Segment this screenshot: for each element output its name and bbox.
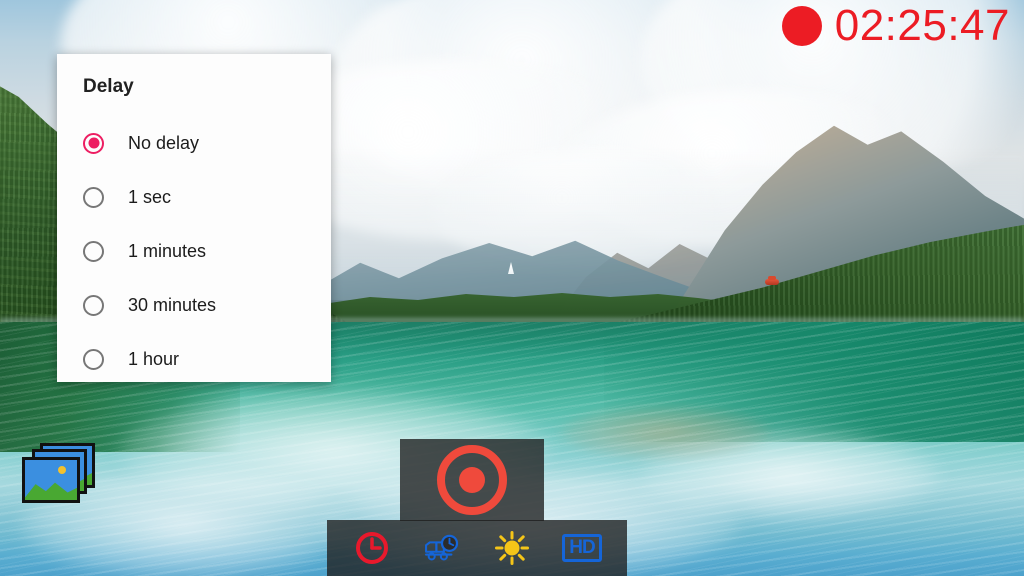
elapsed-time-label: 02:25:47: [834, 1, 1010, 50]
delay-option-label: No delay: [128, 132, 200, 153]
delay-option-label: 1 minutes: [128, 240, 207, 261]
delay-option-list: No delay 1 sec 1 minutes 30 minutes 1 ho…: [57, 116, 331, 386]
delay-option-label: 1 hour: [128, 348, 180, 369]
delay-option-label: 30 minutes: [128, 294, 217, 315]
record-circle-icon: [459, 467, 485, 493]
delay-button[interactable]: [349, 525, 395, 571]
hd-label: HD: [569, 537, 595, 558]
delay-option-no-delay[interactable]: No delay: [57, 116, 331, 170]
radio-button[interactable]: [83, 240, 104, 262]
delay-option-1-minutes[interactable]: 1 minutes: [57, 224, 331, 278]
radio-button[interactable]: [83, 294, 104, 316]
delay-option-30-minutes[interactable]: 30 minutes: [57, 278, 331, 332]
delay-option-1-hour[interactable]: 1 hour: [57, 332, 331, 386]
brightness-button[interactable]: [489, 525, 535, 571]
delay-dialog[interactable]: Delay No delay 1 sec 1 minutes 30 minute…: [57, 54, 331, 382]
gallery-button[interactable]: [20, 443, 100, 505]
time-lapse-button[interactable]: [419, 525, 465, 571]
thumb-sun: [58, 466, 66, 474]
photo-stack-icon: [22, 457, 80, 503]
hd-icon: HD: [562, 534, 602, 562]
clock-icon: [356, 532, 388, 564]
thumb-hill: [25, 482, 77, 500]
radio-button-selected[interactable]: [83, 132, 104, 154]
truck-clock-icon: [425, 534, 459, 561]
dialog-title: Delay: [83, 76, 134, 97]
delay-option-1-sec[interactable]: 1 sec: [57, 170, 331, 224]
hd-quality-button[interactable]: HD: [559, 525, 605, 571]
radio-button[interactable]: [83, 186, 104, 208]
radio-button[interactable]: [83, 348, 104, 370]
app-screen: 02:25:47 Delay No delay 1 sec 1 minutes …: [0, 0, 1024, 576]
delay-option-label: 1 sec: [128, 186, 172, 207]
record-panel: [400, 439, 544, 521]
recording-timer: 02:25:47: [781, 1, 1010, 50]
record-button[interactable]: [437, 445, 507, 515]
camera-toolbar: HD: [327, 520, 627, 576]
sun-icon: [495, 531, 529, 565]
red-boat: [765, 276, 779, 285]
record-dot-icon: [781, 6, 822, 46]
